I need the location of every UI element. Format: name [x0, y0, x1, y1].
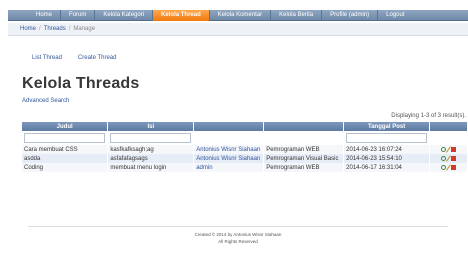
breadcrumb-separator: / [68, 26, 71, 32]
nav-item-forum[interactable]: Forum [61, 10, 96, 21]
filter-cell [22, 131, 109, 145]
column-header-isi[interactable]: Isi [107, 122, 195, 131]
table-row: Coding membuat menu login admin Pemrogra… [22, 163, 468, 172]
delete-icon[interactable] [451, 146, 457, 152]
breadcrumb-current: Manage [73, 26, 96, 32]
cell-tanggal: 2014-06-17 16:31:04 [343, 163, 431, 172]
nav-item-kelola-komentar[interactable]: Kelola Komentar [210, 10, 272, 21]
cell-user: admin [193, 163, 265, 172]
footer-rights: All Rights Reserved [218, 239, 258, 244]
delete-icon[interactable] [451, 164, 457, 170]
user-link[interactable]: Antonius Wisnr Siahaan [196, 156, 260, 162]
cell-judul: asdda [22, 154, 109, 163]
breadcrumb-threads[interactable]: Threads [44, 26, 66, 32]
user-link[interactable]: Antonius Wisnr Siahaan [196, 147, 260, 153]
filter-tanggal-input[interactable] [346, 133, 428, 143]
thread-grid: Judul Isi Tanggal Post Cara membuat CSS … [22, 122, 468, 172]
nav-item-kelola-berita[interactable]: Kelola Berita [271, 10, 323, 21]
cell-user: Antonius Wisnr Siahaan [193, 154, 265, 163]
filter-cell [263, 131, 345, 145]
nav-item-kelola-kategori[interactable]: Kelola Kategori [95, 10, 154, 21]
app-frame: Home Forum Kelola Kategori Kelola Thread… [8, 0, 468, 255]
nav-item-logout[interactable]: Logout [378, 10, 412, 21]
filter-judul-input[interactable] [24, 133, 106, 143]
footer: Created © 2014 by Antonius Wisnr Siahaan… [8, 231, 468, 245]
filter-cell [343, 131, 431, 145]
cell-judul: Coding [22, 163, 109, 172]
table-row: asdda asfafafagsags Antonius Wisnr Siaha… [22, 154, 468, 163]
create-thread-link[interactable]: Create Thread [78, 55, 117, 61]
filter-cell [193, 131, 265, 145]
operations-menu: List Thread Create Thread [32, 55, 116, 61]
breadcrumb: Home / Threads / Manage [8, 23, 468, 36]
cell-isi: membuat menu login [107, 163, 195, 172]
nav-item-profile[interactable]: Profile (admin) [322, 10, 379, 21]
column-header-kategori [263, 122, 345, 131]
cell-actions [429, 145, 468, 154]
cell-tanggal: 2014-06-23 16:07:24 [343, 145, 431, 154]
filter-cell [107, 131, 195, 145]
delete-icon[interactable] [451, 155, 457, 161]
results-summary: Displaying 1-3 of 3 result(s). [391, 113, 466, 119]
filter-cell [429, 131, 468, 145]
cell-actions [429, 163, 468, 172]
column-header-tanggal[interactable]: Tanggal Post [343, 122, 431, 131]
nav-item-kelola-thread[interactable]: Kelola Thread [153, 10, 210, 21]
cell-isi: kasfkafksagh;ag [107, 145, 195, 154]
user-link[interactable]: admin [196, 165, 212, 171]
footer-divider [28, 226, 448, 227]
list-thread-link[interactable]: List Thread [32, 55, 62, 61]
column-header-actions [429, 122, 468, 131]
advanced-search-link[interactable]: Advanced Search [22, 98, 69, 104]
cell-isi: asfafafagsags [107, 154, 195, 163]
breadcrumb-home[interactable]: Home [20, 26, 36, 32]
breadcrumb-separator: / [39, 26, 41, 32]
cell-kategori: Pemrograman WEB [263, 145, 345, 154]
cell-kategori: Pemrograman Visual Basic [263, 154, 345, 163]
cell-judul: Cara membuat CSS [22, 145, 109, 154]
cell-tanggal: 2014-06-23 15:54:10 [343, 154, 431, 163]
grid-header-row: Judul Isi Tanggal Post [22, 122, 468, 131]
nav-item-home[interactable]: Home [28, 10, 62, 21]
column-header-user [193, 122, 265, 131]
cell-user: Antonius Wisnr Siahaan [193, 145, 265, 154]
cell-actions [429, 154, 468, 163]
filter-isi-input[interactable] [110, 133, 192, 143]
grid-filter-row [22, 131, 468, 145]
table-row: Cara membuat CSS kasfkafksagh;ag Antoniu… [22, 145, 468, 154]
main-nav: Home Forum Kelola Kategori Kelola Thread… [8, 10, 468, 21]
footer-copyright: Created © 2014 by Antonius Wisnr Siahaan [194, 232, 282, 237]
page-title: Kelola Threads [22, 75, 140, 92]
column-header-judul[interactable]: Judul [22, 122, 109, 131]
cell-kategori: Pemrograman WEB [263, 163, 345, 172]
nav-list: Home Forum Kelola Kategori Kelola Thread… [28, 10, 413, 21]
